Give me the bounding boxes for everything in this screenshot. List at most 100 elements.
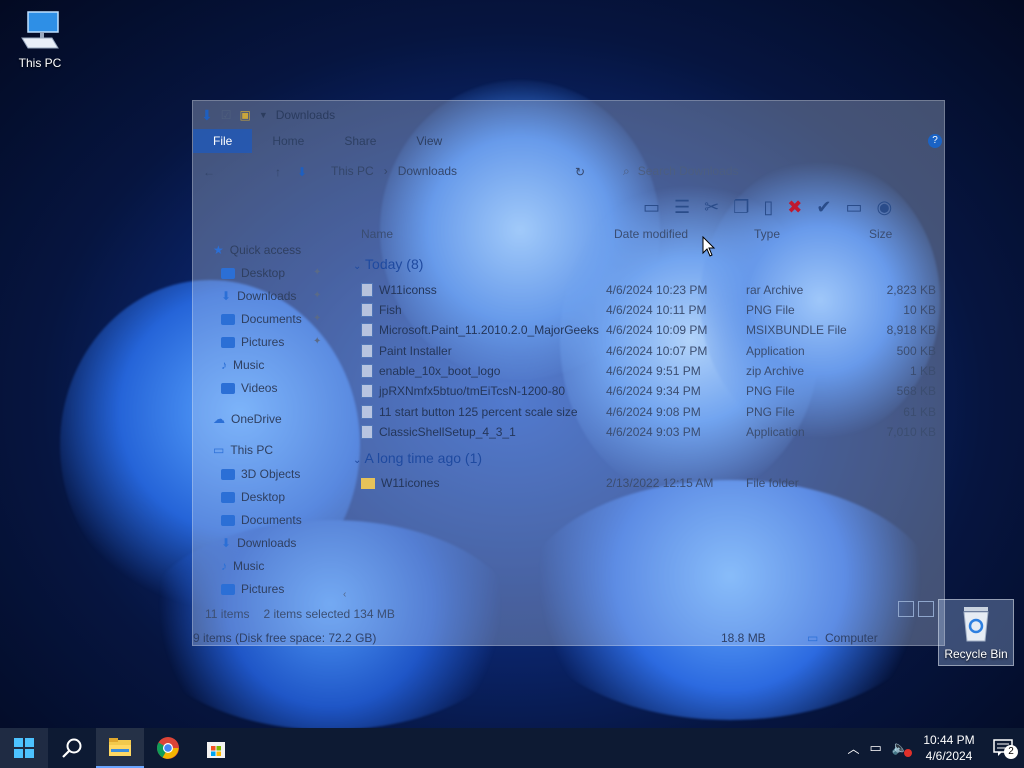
nav-item-this-pc[interactable]: ▭ This PC bbox=[213, 443, 273, 457]
computer-icon: ▭ bbox=[807, 631, 819, 645]
back-arrow-icon[interactable]: ← bbox=[203, 165, 215, 179]
column-header-date[interactable]: Date modified bbox=[614, 227, 688, 241]
delete-icon[interactable]: ✖ bbox=[787, 197, 802, 218]
file-row[interactable]: jpRXNmfx5btuo/tmEiTcsN-1200-80 4/6/2024 9… bbox=[361, 381, 936, 401]
folder-icon bbox=[361, 477, 375, 489]
tab-home[interactable]: Home bbox=[252, 129, 324, 153]
star-icon: ★ bbox=[213, 243, 224, 257]
search-input[interactable]: ⌕ Search Downloads bbox=[613, 159, 943, 183]
nav-item-pc-documents[interactable]: Documents bbox=[221, 513, 302, 527]
file-row[interactable]: Paint Installer 4/6/2024 10:07 PM Applicat… bbox=[361, 341, 936, 361]
chevron-left-icon[interactable]: ‹ bbox=[343, 589, 346, 600]
breadcrumb-this-pc[interactable]: This PC bbox=[331, 164, 374, 178]
help-icon[interactable]: ? bbox=[928, 134, 942, 148]
address-bar[interactable]: This PC › Downloads bbox=[321, 159, 591, 183]
package-file-icon bbox=[361, 323, 373, 337]
nav-item-music[interactable]: ♪ Music bbox=[221, 358, 264, 372]
download-arrow-icon: ⬇ bbox=[201, 106, 213, 123]
file-explorer-taskbar-button[interactable] bbox=[96, 728, 144, 768]
copy-icon[interactable]: ❐ bbox=[733, 197, 749, 218]
pictures-icon bbox=[221, 336, 235, 348]
nav-item-pc-music[interactable]: ♪ Music bbox=[221, 559, 264, 573]
view-mode-buttons bbox=[898, 601, 934, 617]
nav-item-downloads[interactable]: ⬇ Downloads bbox=[221, 289, 296, 303]
notification-center-button[interactable]: 2 bbox=[990, 735, 1018, 761]
view-toolbar: ▭ ☰ ✂ ❐ ▯ ✖ ✔ ▭ ◉ bbox=[643, 197, 892, 218]
up-arrow-icon[interactable]: ↑ bbox=[275, 165, 281, 179]
volume-muted-icon[interactable]: 🔈 bbox=[892, 740, 912, 757]
layout-icon[interactable]: ▭ bbox=[643, 197, 660, 218]
nav-item-pc-pictures[interactable]: Pictures bbox=[221, 582, 284, 596]
file-row[interactable]: W11iconss 4/6/2024 10:23 PM rar Archive 2,8… bbox=[361, 280, 936, 300]
column-header-type[interactable]: Type bbox=[754, 227, 780, 241]
documents-icon bbox=[221, 514, 235, 526]
group-header-today[interactable]: ⌄ Today (8) bbox=[353, 256, 423, 272]
pin-icon: ✦ bbox=[313, 313, 322, 324]
column-header-size[interactable]: Size bbox=[869, 227, 892, 241]
cube-icon bbox=[221, 468, 235, 480]
selection-info: 2 items selected 134 MB bbox=[263, 607, 395, 621]
desktop-icon-label: This PC bbox=[18, 56, 62, 70]
nav-item-3d-objects[interactable]: 3D Objects bbox=[221, 467, 300, 481]
file-row[interactable]: W11icones 2/13/2022 12:15 AM File folder bbox=[361, 473, 936, 493]
nav-item-pc-desktop[interactable]: Desktop bbox=[221, 490, 285, 504]
windows-logo-icon bbox=[14, 738, 34, 758]
file-row[interactable]: Fish 4/6/2024 10:11 PM PNG File 10 KB bbox=[361, 300, 936, 320]
pin-icon: ✦ bbox=[313, 336, 322, 347]
tab-view[interactable]: View bbox=[396, 129, 462, 153]
chevron-down-icon[interactable]: ▼ bbox=[259, 110, 268, 120]
details-view-icon[interactable] bbox=[898, 601, 914, 617]
system-tray: ︿ ▭ 🔈 10:44 PM 4/6/2024 2 bbox=[848, 728, 1024, 768]
music-icon: ♪ bbox=[221, 559, 227, 573]
column-header-name[interactable]: Name bbox=[361, 227, 393, 241]
tab-share[interactable]: Share bbox=[324, 129, 396, 153]
file-explorer-window[interactable]: ⬇ ☑ ▣ ▼ Downloads File Home Share View ?… bbox=[192, 100, 945, 646]
download-arrow-icon: ⬇ bbox=[221, 536, 232, 550]
file-row[interactable]: ClassicShellSetup_4_3_1 4/6/2024 9:03 PM A… bbox=[361, 422, 936, 442]
network-icon[interactable]: ▭ bbox=[870, 740, 882, 756]
nav-item-pictures[interactable]: Pictures bbox=[221, 335, 284, 349]
pictures-icon bbox=[221, 583, 235, 595]
file-row[interactable]: Microsoft.Paint_11.2010.2.0_MajorGeeks 4/… bbox=[361, 320, 936, 340]
file-row[interactable]: 11 start button 125 percent scale size 4/… bbox=[361, 402, 936, 422]
microsoft-store-icon bbox=[207, 742, 225, 758]
nav-item-pc-downloads[interactable]: ⬇ Downloads bbox=[221, 536, 296, 550]
desktop-icon bbox=[221, 491, 235, 503]
breadcrumb-downloads[interactable]: Downloads bbox=[398, 164, 457, 178]
videos-icon bbox=[221, 382, 235, 394]
checkmark-icon[interactable]: ✔ bbox=[816, 197, 831, 218]
desktop-icon bbox=[221, 267, 235, 279]
nav-item-onedrive[interactable]: ☁ OneDrive bbox=[213, 412, 282, 426]
desktop-icon-recycle-bin[interactable]: Recycle Bin bbox=[938, 599, 1014, 666]
clock[interactable]: 10:44 PM 4/6/2024 bbox=[918, 732, 980, 764]
archive-file-icon bbox=[361, 283, 373, 297]
search-button[interactable] bbox=[48, 728, 96, 768]
horizontal-scrollbar[interactable]: ‹ bbox=[343, 589, 943, 601]
properties-icon[interactable]: ☑ bbox=[221, 108, 232, 122]
desktop-icon-this-pc[interactable]: This PC bbox=[2, 8, 78, 70]
refresh-icon[interactable]: ↻ bbox=[575, 165, 585, 179]
tab-file[interactable]: File bbox=[193, 129, 253, 153]
tiles-view-icon[interactable] bbox=[918, 601, 934, 617]
cut-icon[interactable]: ✂ bbox=[704, 197, 719, 218]
file-explorer-icon bbox=[109, 738, 131, 756]
sort-icon[interactable]: ☰ bbox=[674, 197, 690, 218]
chevron-up-icon[interactable]: ︿ bbox=[848, 740, 860, 757]
clock-time: 10:44 PM bbox=[923, 733, 975, 747]
group-header-long-ago[interactable]: ⌄ A long time ago (1) bbox=[353, 450, 482, 466]
archive-file-icon bbox=[361, 364, 373, 378]
notification-badge: 2 bbox=[1004, 745, 1018, 759]
start-button[interactable] bbox=[0, 728, 48, 768]
chrome-taskbar-button[interactable] bbox=[144, 728, 192, 768]
nav-item-videos[interactable]: Videos bbox=[221, 381, 277, 395]
nav-item-documents[interactable]: Documents bbox=[221, 312, 302, 326]
globe-icon[interactable]: ◉ bbox=[877, 197, 893, 218]
file-row[interactable]: enable_10x_boot_logo 4/6/2024 9:51 PM zip … bbox=[361, 361, 936, 381]
rename-icon[interactable]: ▭ bbox=[845, 197, 862, 218]
disk-free-space: 9 items (Disk free space: 72.2 GB) bbox=[193, 631, 377, 645]
nav-quick-access[interactable]: ★ Quick access bbox=[213, 243, 301, 257]
store-taskbar-button[interactable] bbox=[192, 728, 240, 768]
nav-item-desktop[interactable]: Desktop bbox=[221, 266, 285, 280]
folder-icon[interactable]: ▣ bbox=[240, 108, 251, 122]
paste-icon[interactable]: ▯ bbox=[763, 197, 773, 218]
